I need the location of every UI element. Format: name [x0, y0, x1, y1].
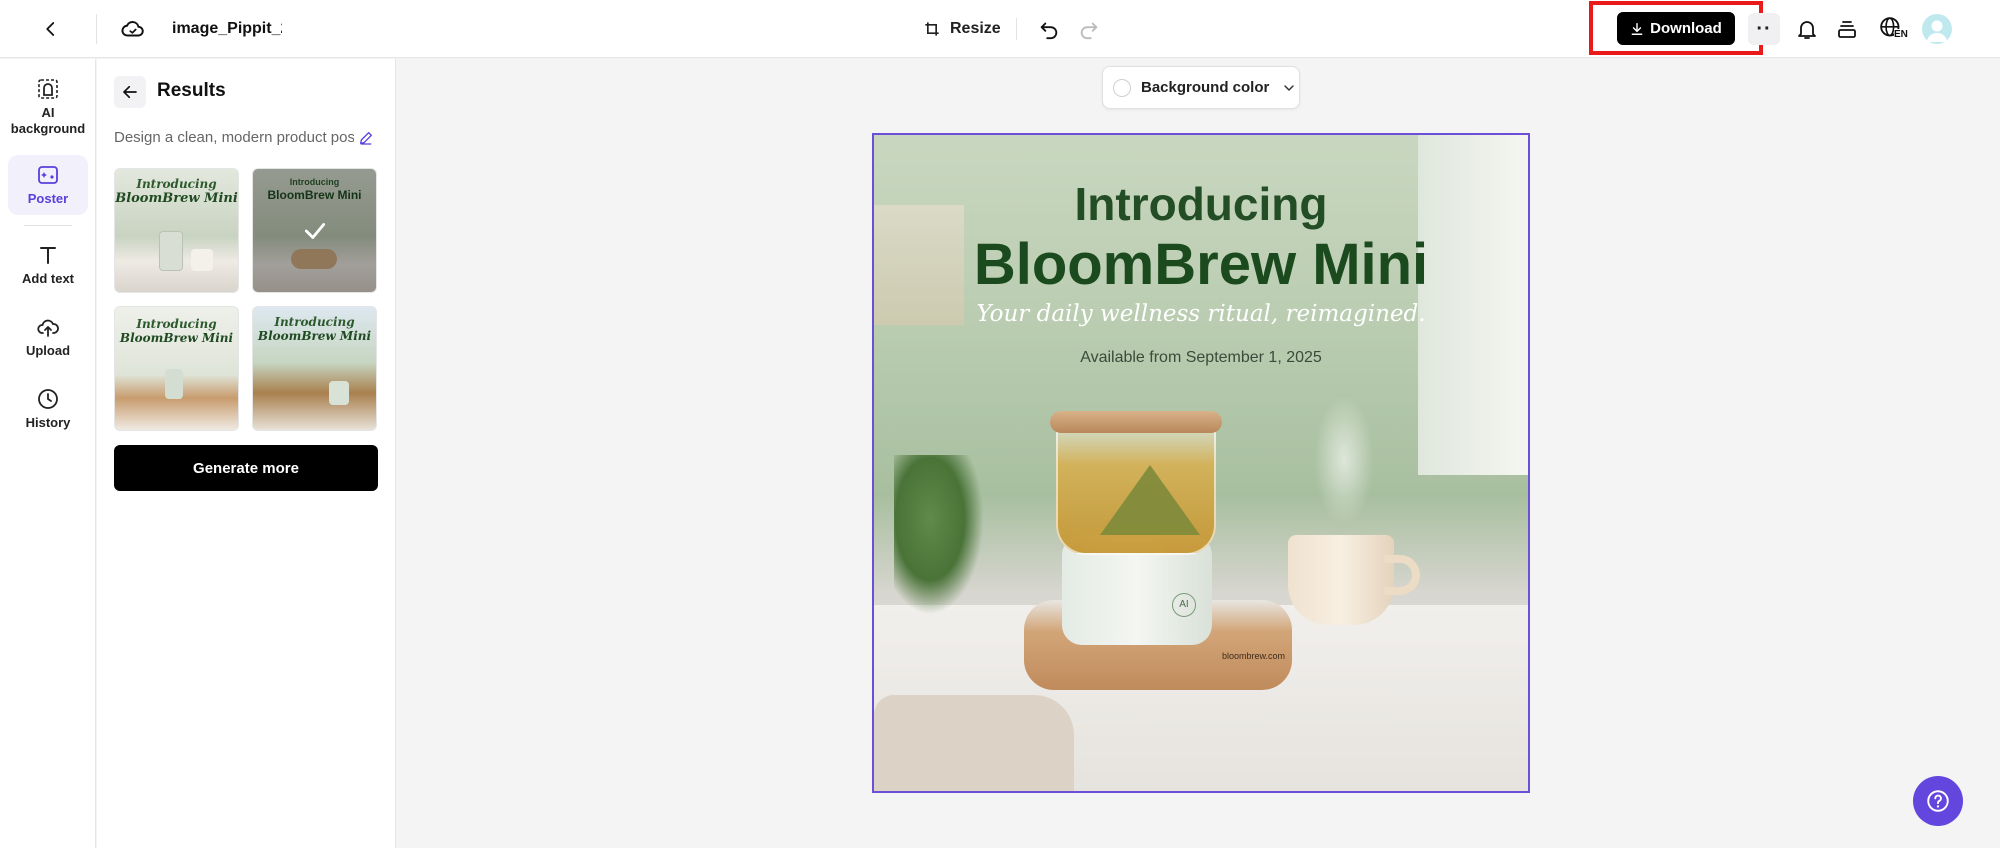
device-brand: bloombrew.com [1222, 651, 1286, 661]
arrow-left-icon [123, 85, 137, 99]
resize-icon [925, 22, 939, 36]
results-back-button[interactable] [114, 76, 146, 108]
rail-item-poster[interactable]: Poster [8, 155, 88, 215]
checkmark-icon [304, 222, 325, 239]
ai-background-icon [38, 79, 58, 99]
jar-lid [1050, 411, 1222, 433]
device-illustration [329, 381, 349, 405]
poster-tagline: Your daily wellness ritual, reimagined. [976, 301, 1426, 327]
poster-title-line1: Introducing [1074, 178, 1328, 230]
question-icon [1927, 790, 1949, 812]
rail-label: History [25, 415, 71, 430]
device-illustration [165, 369, 183, 399]
resize-button[interactable]: Resize [918, 13, 1005, 45]
tea-cup [1288, 535, 1394, 625]
poster-title-line2: BloomBrew Mini [973, 232, 1429, 297]
top-bar: image_Pippit_2025 Resize Download ·· EN [0, 0, 2000, 58]
result-thumbnail-1[interactable]: Introducing BloomBrew Mini [114, 168, 239, 293]
bell-icon [1798, 21, 1816, 39]
divider [1016, 18, 1017, 40]
help-button[interactable] [1913, 776, 1963, 826]
cup-illustration [191, 249, 213, 271]
text-icon [40, 247, 56, 264]
device-badge: AI [1172, 593, 1196, 617]
download-button[interactable]: Download [1617, 12, 1735, 45]
language-badge: EN [1894, 29, 1908, 40]
cloud-save-icon[interactable] [118, 14, 148, 44]
result-thumbnail-3[interactable]: Introducing BloomBrew Mini [114, 306, 239, 431]
history-icon [38, 389, 58, 409]
edit-prompt-button[interactable] [355, 127, 377, 149]
selected-overlay [253, 169, 376, 292]
undo-icon [1040, 22, 1058, 40]
chevron-down-icon [1284, 84, 1295, 91]
divider [96, 14, 97, 44]
project-title[interactable]: image_Pippit_2025 [172, 18, 282, 40]
generate-more-button[interactable]: Generate more [114, 445, 378, 491]
language-button[interactable]: EN [1874, 14, 1910, 44]
device-illustration [159, 231, 183, 271]
steam [1314, 395, 1374, 525]
tea-bag [1100, 465, 1200, 535]
redo-button[interactable] [1074, 14, 1104, 44]
plant-leaves [894, 455, 984, 615]
background-color-dropdown[interactable]: Background color [1102, 66, 1300, 109]
rail-label: Upload [25, 343, 71, 358]
more-options-button[interactable]: ·· [1748, 13, 1780, 45]
resize-label: Resize [950, 20, 1001, 37]
layers-button[interactable] [1832, 14, 1862, 44]
rail-label: Add text [22, 271, 74, 286]
rail-label: AI background [10, 105, 86, 136]
upload-icon [37, 319, 59, 337]
download-icon [1631, 22, 1643, 35]
divider [24, 225, 72, 226]
stack-icon [1838, 21, 1856, 38]
color-swatch [1113, 78, 1131, 97]
rail-item-ai-background[interactable]: AI background [8, 69, 88, 139]
chevron-left-icon [46, 22, 55, 36]
redo-icon [1080, 22, 1098, 40]
pencil-icon [360, 132, 372, 145]
towel [874, 695, 1074, 791]
poster-availability: Available from September 1, 2025 [1080, 349, 1322, 366]
rail-item-upload[interactable]: Upload [8, 307, 88, 367]
results-panel: Results Design a clean, modern product p… [97, 59, 396, 848]
result-thumbnail-2-selected[interactable]: Introducing BloomBrew Mini [252, 168, 377, 293]
prompt-text: Design a clean, modern product poster fo… [114, 129, 354, 146]
background-color-label: Background color [1141, 79, 1270, 96]
result-thumbnail-4[interactable]: Introducing BloomBrew Mini [252, 306, 377, 431]
rail-item-history[interactable]: History [8, 379, 88, 439]
tool-rail: AI background Poster Add text Upload His… [0, 59, 96, 848]
download-label: Download [1650, 20, 1722, 37]
avatar[interactable] [1922, 14, 1952, 44]
rail-label: Poster [27, 191, 69, 206]
results-title: Results [157, 80, 226, 101]
back-button[interactable] [36, 14, 66, 44]
undo-button[interactable] [1034, 14, 1064, 44]
poster-canvas[interactable]: AI bloombrew.com Introducing BloomBrew M… [872, 133, 1530, 793]
rail-item-add-text[interactable]: Add text [8, 235, 88, 295]
notifications-button[interactable] [1792, 14, 1822, 44]
poster-icon [38, 166, 58, 184]
